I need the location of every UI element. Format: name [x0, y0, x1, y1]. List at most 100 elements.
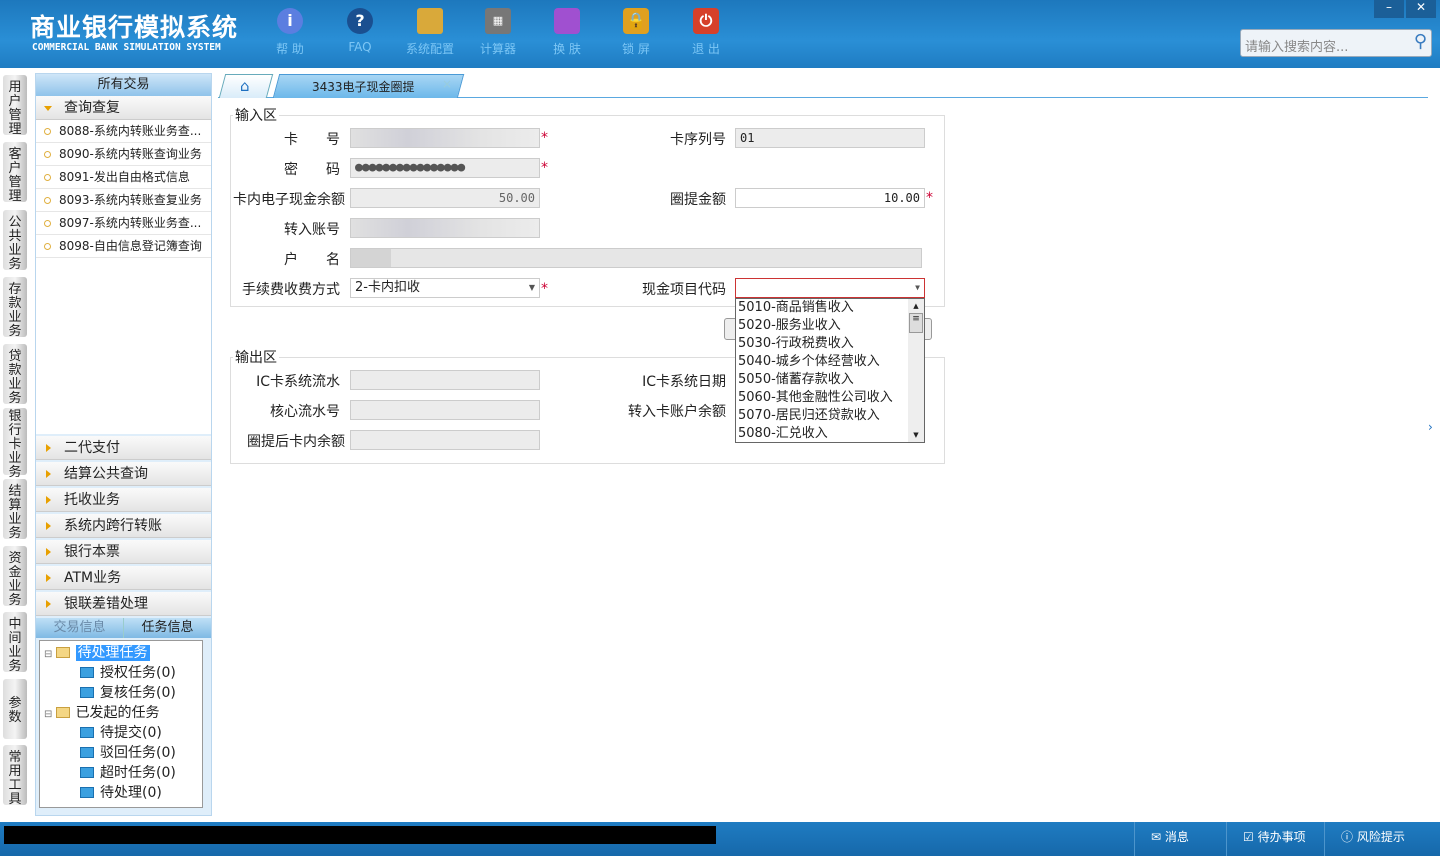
mail-icon: ✉	[1151, 830, 1165, 844]
name-label: 户 名	[284, 252, 340, 268]
group-item[interactable]: 二代支付	[36, 436, 211, 460]
core-serial-field[interactable]	[350, 400, 540, 420]
dropdown-option[interactable]: 5040-城乡个体经营收入	[736, 353, 908, 371]
group-item[interactable]: 结算公共查询	[36, 462, 211, 486]
transaction-item[interactable]: 8093-系统内转账查复业务	[36, 189, 211, 212]
module-tab[interactable]: 贷款业务	[3, 344, 27, 406]
transaction-item[interactable]: 8090-系统内转账查询业务	[36, 143, 211, 166]
tree-folder[interactable]: ⊟ 已发起的任务	[44, 703, 198, 723]
toolbox-icon	[417, 8, 443, 34]
fee-select[interactable]: 2-卡内扣收 ▼	[350, 278, 540, 298]
amount-field[interactable]: 10.00	[735, 188, 925, 208]
module-tab[interactable]: 客户管理	[3, 142, 27, 204]
calculator-button[interactable]: ▦ 计算器	[468, 8, 528, 57]
tree-item[interactable]: 驳回任务(0)	[44, 743, 198, 763]
exit-button[interactable]: ⏻ 退 出	[676, 8, 736, 57]
close-window-button[interactable]: ✕	[1406, 0, 1436, 18]
module-tab[interactable]: 银行卡业务	[3, 408, 27, 480]
task-tree: ⊟ 待处理任务 授权任务(0) 复核任务(0) ⊟ 已发起的任务 待提交(0) 驳回任务(…	[39, 640, 203, 808]
expand-right-icon[interactable]: ›	[1428, 420, 1433, 434]
all-transactions-header[interactable]: 所有交易	[36, 74, 211, 96]
tree-item[interactable]: 授权任务(0)	[44, 663, 198, 683]
dropdown-option[interactable]: 5060-其他金融性公司收入	[736, 389, 908, 407]
calculator-label: 计算器	[479, 42, 516, 56]
module-tab[interactable]: 用户管理	[3, 75, 27, 137]
folder-icon	[80, 747, 94, 758]
tree-folder[interactable]: ⊟ 待处理任务	[44, 643, 198, 663]
dropdown-option[interactable]: 5030-行政税费收入	[736, 335, 908, 353]
required-mark: *	[541, 160, 548, 176]
faq-button[interactable]: ? FAQ	[330, 8, 390, 54]
required-mark: *	[541, 281, 548, 297]
required-mark: *	[926, 190, 933, 206]
group-item[interactable]: 银联差错处理	[36, 592, 211, 616]
dropdown-option[interactable]: 5020-服务业收入	[736, 317, 908, 335]
help-button[interactable]: i 帮 助	[260, 8, 320, 57]
to-account-field[interactable]	[350, 218, 540, 238]
collapse-icon[interactable]: ⊟	[44, 709, 56, 720]
ic-serial-field[interactable]	[350, 370, 540, 390]
card-no-field[interactable]	[350, 128, 540, 148]
transaction-item[interactable]: 8098-自由信息登记簿查询	[36, 235, 211, 258]
messages-button[interactable]: ✉ 消息	[1134, 822, 1226, 856]
dropdown-option[interactable]: 5010-商品销售收入	[736, 299, 908, 317]
tab-close-icon[interactable]: ×	[442, 77, 452, 91]
lock-button[interactable]: 🔒 锁 屏	[606, 8, 666, 57]
skin-button[interactable]: 换 肤	[537, 8, 597, 57]
tab-task-info[interactable]: 任务信息	[123, 618, 211, 638]
dropdown-option[interactable]: 5050-储蓄存款收入	[736, 371, 908, 389]
dropdown-option[interactable]: 5070-居民归还贷款收入	[736, 407, 908, 425]
scroll-down-icon[interactable]: ▼	[908, 428, 924, 442]
scroll-up-icon[interactable]: ▲	[908, 299, 924, 313]
core-serial-label: 核心流水号	[270, 404, 340, 420]
tab-transaction-info[interactable]: 交易信息	[36, 618, 123, 638]
group-item[interactable]: 银行本票	[36, 540, 211, 564]
tree-item[interactable]: 待处理(0)	[44, 783, 198, 803]
module-tab[interactable]: 常用工具	[3, 745, 27, 807]
output-legend: 输出区	[235, 350, 277, 366]
tab-active-label[interactable]: 3433电子现金圈提	[312, 78, 415, 95]
module-tab[interactable]: 中间业务	[3, 612, 27, 674]
cash-code-select[interactable]: ▼	[735, 278, 925, 298]
after-balance-field[interactable]	[350, 430, 540, 450]
card-seq-field[interactable]: 01	[735, 128, 925, 148]
card-seq-label: 卡序列号	[670, 132, 726, 148]
name-field[interactable]	[350, 248, 922, 268]
module-tab[interactable]: 结算业务	[3, 479, 27, 541]
group-item[interactable]: 系统内跨行转账	[36, 514, 211, 538]
minimize-button[interactable]: –	[1374, 0, 1404, 18]
folder-icon	[80, 687, 94, 698]
module-tab[interactable]: 参数	[3, 679, 27, 739]
search-icon[interactable]: ⚲	[1414, 31, 1427, 52]
group-query[interactable]: 查询查复	[36, 96, 211, 120]
transaction-list: 8088-系统内转账业务查... 8090-系统内转账查询业务 8091-发出自由格…	[36, 120, 211, 258]
transaction-item[interactable]: 8097-系统内转账业务查...	[36, 212, 211, 235]
tree-item-label: 驳回任务(0)	[100, 745, 176, 761]
module-tab[interactable]: 资金业务	[3, 546, 27, 608]
module-tab[interactable]: 公共业务	[3, 210, 27, 272]
group-item[interactable]: 托收业务	[36, 488, 211, 512]
help-label: 帮 助	[276, 42, 304, 56]
lock-label: 锁 屏	[622, 42, 650, 56]
tree-item-label: 复核任务(0)	[100, 685, 176, 701]
balance-field[interactable]: 50.00	[350, 188, 540, 208]
tree-item-label: 待处理(0)	[100, 785, 162, 801]
dropdown-option[interactable]: 5080-汇兑收入	[736, 425, 908, 442]
collapse-icon[interactable]: ⊟	[44, 649, 56, 660]
home-icon[interactable]: ⌂	[240, 77, 250, 95]
risk-button[interactable]: ⓘ 风险提示	[1324, 822, 1440, 856]
password-field[interactable]: ●●●●●●●●●●●●●●●●	[350, 158, 540, 178]
group-item[interactable]: ATM业务	[36, 566, 211, 590]
tree-item[interactable]: 待提交(0)	[44, 723, 198, 743]
search-input[interactable]: 请输入搜索内容... ⚲	[1240, 29, 1432, 57]
transaction-item[interactable]: 8091-发出自由格式信息	[36, 166, 211, 189]
module-tab[interactable]: 存款业务	[3, 277, 27, 339]
after-balance-label: 圈提后卡内余额	[247, 434, 345, 450]
tree-item[interactable]: 超时任务(0)	[44, 763, 198, 783]
tree-item[interactable]: 复核任务(0)	[44, 683, 198, 703]
settings-button[interactable]: 系统配置	[400, 8, 460, 57]
todo-button[interactable]: ☑ 待办事项	[1226, 822, 1324, 856]
transaction-item[interactable]: 8088-系统内转账业务查...	[36, 120, 211, 143]
scroll-thumb[interactable]: ≡	[909, 313, 923, 333]
dropdown-scrollbar[interactable]: ▲ ≡ ▼	[908, 299, 924, 442]
